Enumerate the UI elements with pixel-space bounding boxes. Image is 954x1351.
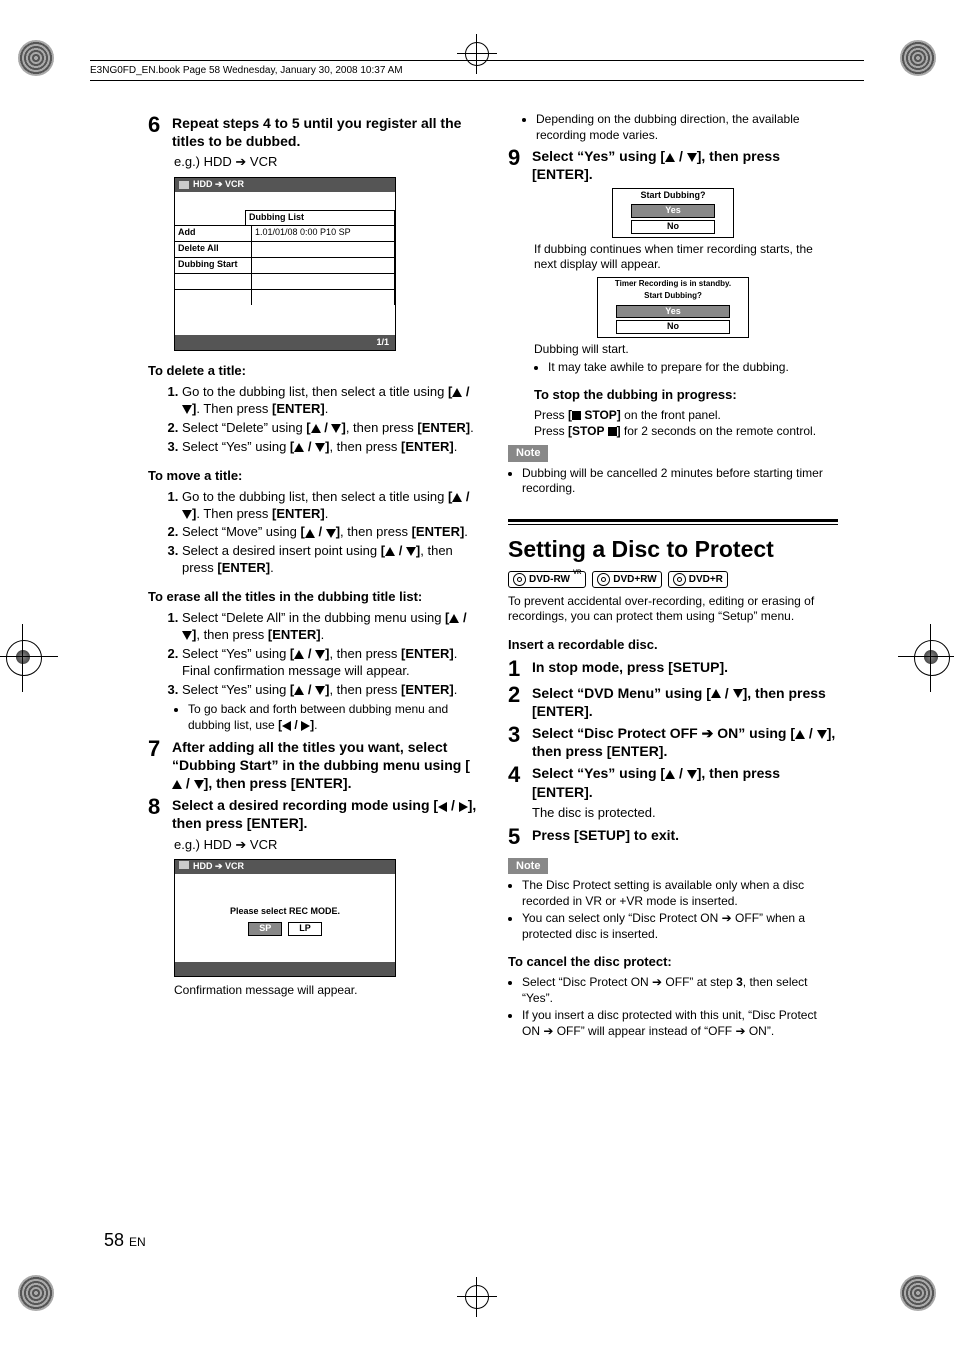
registration-mark-tl — [18, 40, 54, 76]
protect-step-5: 5Press [SETUP] to exit. — [508, 826, 838, 848]
content: 6 Repeat steps 4 to 5 until you register… — [148, 110, 838, 1231]
dubbing-list-box: HDD ➔ VCR Dubbing List Add1.01/01/08 0:0… — [174, 177, 396, 351]
disc-icons: DVD-RWVR DVD+RW DVD+R — [508, 571, 838, 588]
book-meta: E3NG0FD_EN.book Page 58 Wednesday, Janua… — [90, 61, 864, 76]
dub-next-msg: If dubbing continues when timer recordin… — [534, 242, 838, 273]
header-rule: E3NG0FD_EN.book Page 58 Wednesday, Janua… — [90, 60, 864, 81]
protect-step-3: 3Select “Disc Protect OFF ➔ ON” using [ … — [508, 724, 838, 760]
rec-mode-box: HDD ➔ VCR Please select REC MODE. SP LP — [174, 859, 396, 976]
step-9: 9 Select “Yes” using [ / ], then press [… — [508, 147, 838, 183]
sp-option: SP — [248, 922, 282, 936]
registration-mark-ml — [16, 650, 30, 664]
timer-dubbing-dialog: Timer Recording is in standby. Start Dub… — [597, 277, 749, 338]
erase-steps: Select “Delete All” in the dubbing menu … — [148, 610, 478, 698]
protect-step-1: 1In stop mode, press [SETUP]. — [508, 658, 838, 680]
step8-example: e.g.) HDD ➔ VCR — [174, 837, 478, 854]
step-7: 7 After adding all the titles you want, … — [148, 738, 478, 793]
left-column: 6 Repeat steps 4 to 5 until you register… — [148, 110, 478, 1231]
move-title-heading: To move a title: — [148, 468, 478, 485]
dubbing-start: Dubbing will start. — [534, 342, 838, 358]
stop-dubbing-heading: To stop the dubbing in progress: — [534, 387, 838, 404]
crosshair-bot — [457, 1277, 497, 1317]
registration-mark-tr — [900, 40, 936, 76]
hdd-icon — [179, 181, 189, 189]
step-8: 8 Select a desired recording mode using … — [148, 796, 478, 832]
move-steps: Go to the dubbing list, then select a ti… — [148, 489, 478, 577]
note-box-1: Note — [508, 445, 548, 461]
page: E3NG0FD_EN.book Page 58 Wednesday, Janua… — [0, 0, 954, 1351]
delete-title-heading: To delete a title: — [148, 363, 478, 380]
disc-icon-2 — [597, 573, 610, 586]
step-6: 6 Repeat steps 4 to 5 until you register… — [148, 114, 478, 150]
delete-steps: Go to the dubbing list, then select a ti… — [148, 384, 478, 456]
start-dubbing-dialog: Start Dubbing? Yes No — [612, 188, 734, 238]
protect-intro: To prevent accidental over-recording, ed… — [508, 594, 838, 625]
hdd-icon-2 — [179, 861, 189, 869]
lp-option: LP — [288, 922, 322, 936]
protect-step-4: 4Select “Yes” using [ / ], then press [E… — [508, 764, 838, 821]
protect-step-2: 2Select “DVD Menu” using [ / ], then pre… — [508, 684, 838, 720]
note-box-2: Note — [508, 858, 548, 874]
erase-all-heading: To erase all the titles in the dubbing t… — [148, 589, 478, 606]
insert-disc: Insert a recordable disc. — [508, 637, 838, 654]
right-column: Depending on the dubbing direction, the … — [508, 110, 838, 1231]
section-heading: Setting a Disc to Protect — [508, 535, 838, 565]
registration-mark-bl — [18, 1275, 54, 1311]
confirm-msg: Confirmation message will appear. — [174, 983, 478, 999]
cancel-protect-heading: To cancel the disc protect: — [508, 954, 838, 971]
disc-icon-3 — [673, 573, 686, 586]
depend-note: Depending on the dubbing direction, the … — [536, 112, 838, 143]
registration-mark-br — [900, 1275, 936, 1311]
step6-example: e.g.) HDD ➔ VCR — [174, 154, 478, 171]
page-number: 58 EN — [104, 1230, 146, 1251]
disc-icon-1 — [513, 573, 526, 586]
registration-mark-mr — [924, 650, 938, 664]
